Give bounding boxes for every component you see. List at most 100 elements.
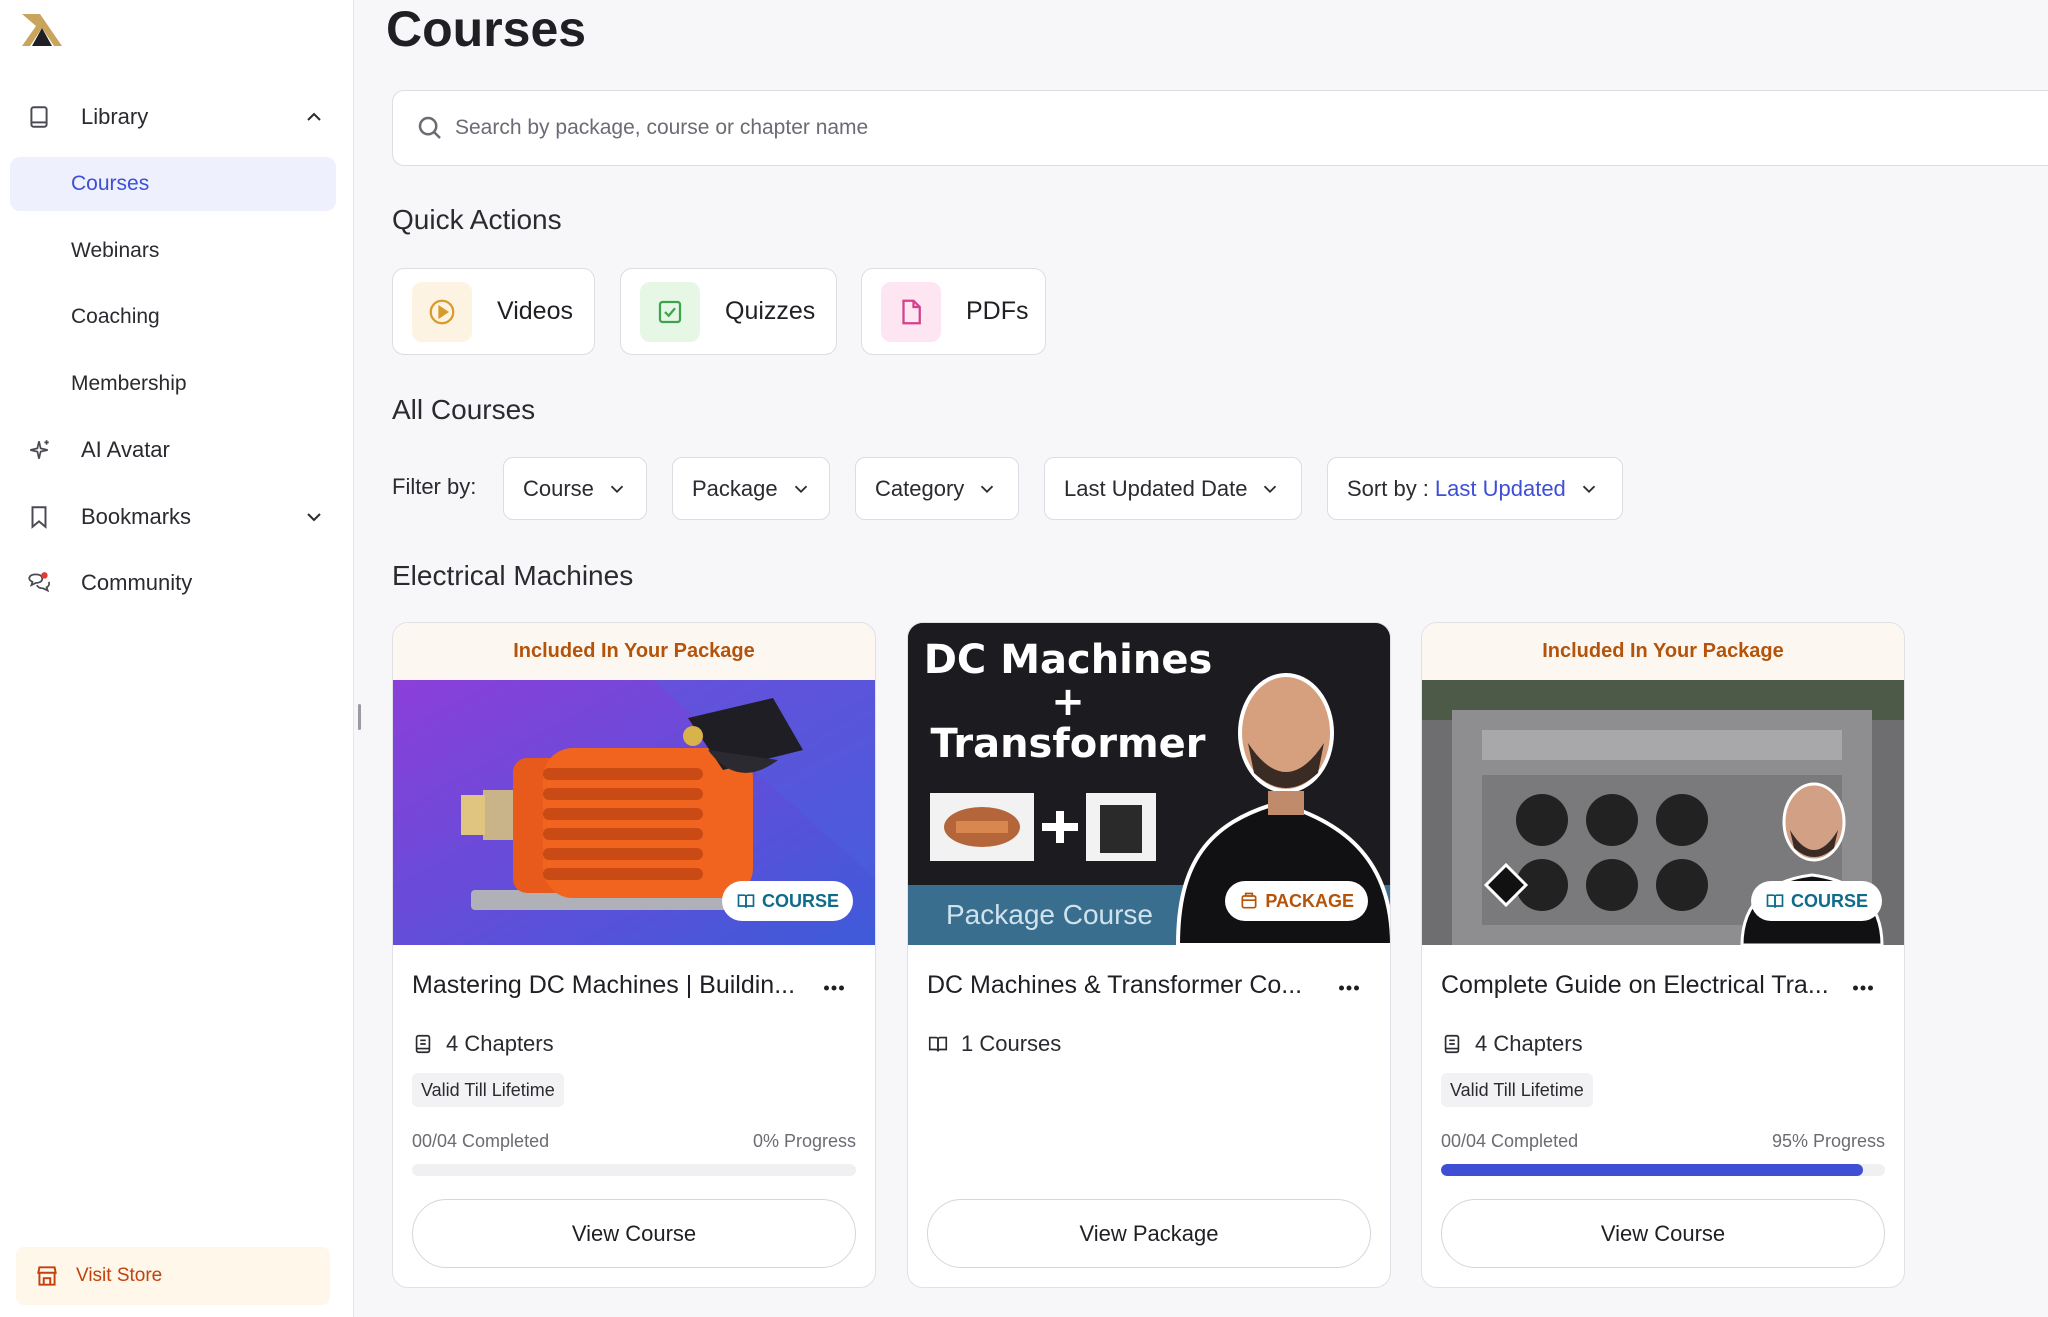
filter-date-label: Last Updated Date bbox=[1064, 475, 1248, 501]
chevron-down-icon bbox=[610, 485, 624, 493]
chapters-count: 4 Chapters bbox=[446, 1031, 554, 1056]
quick-action-label: PDFs bbox=[966, 297, 1029, 325]
filter-last-updated-date[interactable]: Last Updated Date bbox=[1044, 457, 1302, 520]
visit-store-button[interactable]: Visit Store bbox=[16, 1247, 330, 1305]
course-thumbnail[interactable]: COURSE bbox=[393, 680, 875, 945]
package-title[interactable]: DC Machines & Transformer Co... bbox=[927, 971, 1327, 1000]
course-thumbnail[interactable]: COURSE bbox=[1422, 680, 1904, 945]
chevron-down-icon[interactable] bbox=[302, 505, 326, 529]
sidebar-item-label: Courses bbox=[71, 172, 150, 195]
package-thumbnail[interactable]: DC Machines + Transformer Package Course… bbox=[908, 623, 1390, 945]
search-input[interactable] bbox=[455, 116, 1955, 140]
chevron-down-icon bbox=[794, 485, 807, 493]
type-tag-label: COURSE bbox=[761, 890, 839, 911]
more-options-icon[interactable] bbox=[819, 973, 849, 1003]
quick-action-label: Quizzes bbox=[725, 297, 816, 325]
chevron-down-icon bbox=[981, 485, 994, 493]
progress-fill bbox=[1441, 1164, 1863, 1176]
sidebar-item-ai-avatar[interactable]: AI Avatar bbox=[10, 423, 336, 477]
sidebar-item-bookmarks[interactable]: Bookmarks bbox=[10, 490, 336, 544]
open-book-icon bbox=[928, 1036, 948, 1052]
progress-percent: 0% Progress bbox=[752, 1131, 856, 1151]
more-options-icon[interactable] bbox=[1334, 973, 1364, 1003]
sort-dropdown[interactable]: Sort by : Last Updated bbox=[1327, 457, 1623, 520]
view-course-button[interactable]: View Course bbox=[1441, 1199, 1885, 1268]
type-tag-course: COURSE bbox=[1750, 881, 1882, 921]
open-book-icon bbox=[737, 894, 755, 908]
validity-badge: Valid Till Lifetime bbox=[1441, 1073, 1593, 1107]
filter-course[interactable]: Course bbox=[503, 457, 647, 520]
chevron-down-icon bbox=[1582, 485, 1595, 493]
quick-action-videos[interactable]: Videos bbox=[392, 268, 595, 355]
thumb-title-line: + bbox=[1051, 679, 1085, 725]
sidebar-item-label: AI Avatar bbox=[81, 437, 170, 462]
page-title: Courses bbox=[386, 1, 587, 57]
sidebar-item-courses[interactable]: Courses bbox=[10, 157, 336, 211]
courses-count: 1 Courses bbox=[961, 1031, 1062, 1056]
more-options-icon[interactable] bbox=[1848, 973, 1878, 1003]
category-title: Electrical Machines bbox=[392, 560, 634, 591]
course-card[interactable]: Included In Your Package COURSE Masterin… bbox=[392, 622, 876, 1288]
all-courses-title: All Courses bbox=[392, 394, 536, 425]
sidebar-item-community[interactable]: Community bbox=[10, 556, 336, 610]
sidebar-resize-handle[interactable] bbox=[358, 704, 361, 730]
included-ribbon: Included In Your Package bbox=[1422, 623, 1904, 680]
sidebar-item-label: Coaching bbox=[71, 305, 160, 328]
chapters-icon bbox=[415, 1034, 431, 1054]
courses-meta: 1 Courses bbox=[927, 1031, 1061, 1057]
quick-action-pdfs[interactable]: PDFs bbox=[861, 268, 1046, 355]
quick-action-quizzes[interactable]: Quizzes bbox=[620, 268, 837, 355]
bookmark-icon bbox=[24, 502, 54, 532]
search-bar[interactable] bbox=[392, 90, 2048, 166]
brand-logo bbox=[22, 14, 62, 46]
thumb-title-line: DC Machines bbox=[923, 637, 1213, 683]
type-tag-course: COURSE bbox=[721, 881, 853, 921]
sidebar-item-coaching[interactable]: Coaching bbox=[10, 290, 336, 344]
completed-count: 00/04 Completed bbox=[412, 1131, 550, 1151]
progress-bar bbox=[1441, 1164, 1885, 1176]
quick-actions-title: Quick Actions bbox=[392, 204, 562, 235]
book-icon bbox=[24, 102, 54, 132]
sidebar-item-label: Library bbox=[81, 104, 149, 129]
view-course-button[interactable]: View Course bbox=[412, 1199, 856, 1268]
filter-package-label: Package bbox=[692, 475, 778, 501]
progress-bar bbox=[412, 1164, 856, 1176]
validity-badge: Valid Till Lifetime bbox=[412, 1073, 564, 1107]
checkbox-icon bbox=[640, 281, 700, 342]
search-icon bbox=[418, 116, 441, 139]
sort-label: Sort by : bbox=[1347, 475, 1429, 501]
play-circle-icon bbox=[412, 281, 472, 342]
filter-course-label: Course bbox=[523, 475, 594, 501]
chevron-down-icon bbox=[1264, 485, 1277, 493]
course-title[interactable]: Complete Guide on Electrical Tra... bbox=[1441, 971, 1841, 1000]
course-card[interactable]: Included In Your Package COURSE Complete… bbox=[1421, 622, 1905, 1288]
sidebar-item-membership[interactable]: Membership bbox=[10, 357, 336, 411]
chapters-count: 4 Chapters bbox=[1475, 1031, 1583, 1056]
visit-store-label: Visit Store bbox=[76, 1265, 163, 1286]
quick-action-label: Videos bbox=[497, 297, 573, 325]
filter-label: Filter by: bbox=[392, 474, 477, 499]
sidebar-item-label: Membership bbox=[71, 372, 187, 395]
filter-category[interactable]: Category bbox=[855, 457, 1019, 520]
chapters-meta: 4 Chapters bbox=[412, 1031, 554, 1057]
view-package-button[interactable]: View Package bbox=[927, 1199, 1371, 1268]
sidebar-item-library[interactable]: Library bbox=[10, 90, 336, 144]
sidebar-item-webinars[interactable]: Webinars bbox=[10, 224, 336, 278]
package-thumb-title: DC Machines + Transformer bbox=[908, 639, 1228, 765]
sparkle-icon bbox=[24, 435, 54, 465]
package-card[interactable]: DC Machines + Transformer Package Course… bbox=[907, 622, 1391, 1288]
thumb-footer-text: Package Course bbox=[946, 899, 1154, 930]
progress-percent: 95% Progress bbox=[1771, 1131, 1885, 1151]
type-tag-label: PACKAGE bbox=[1265, 890, 1354, 911]
sort-value: Last Updated bbox=[1434, 475, 1566, 501]
type-tag-package: PACKAGE bbox=[1225, 881, 1368, 921]
course-title[interactable]: Mastering DC Machines | Buildin... bbox=[412, 971, 812, 1000]
filter-package[interactable]: Package bbox=[672, 457, 830, 520]
store-icon bbox=[37, 1266, 57, 1286]
chat-bubbles-icon bbox=[24, 568, 54, 598]
included-ribbon: Included In Your Package bbox=[393, 623, 875, 680]
sidebar-item-label: Community bbox=[81, 570, 193, 595]
chevron-up-icon[interactable] bbox=[302, 105, 326, 129]
sidebar-item-label: Webinars bbox=[71, 239, 160, 262]
sidebar: Library Courses Webinars Coaching Member… bbox=[0, 0, 354, 1317]
